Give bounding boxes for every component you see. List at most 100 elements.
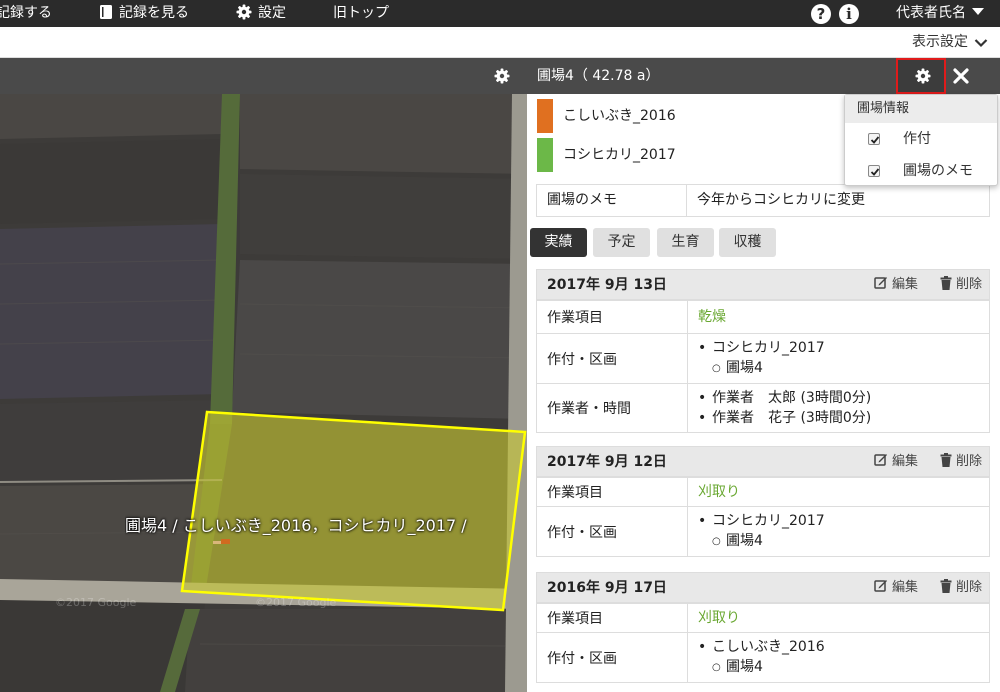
tab-harvest[interactable]: 収穫 — [719, 228, 776, 257]
row-label: 作業項目 — [537, 301, 688, 333]
delete-button[interactable]: 削除 — [940, 573, 982, 603]
gear-icon — [236, 4, 252, 20]
checkbox-checked[interactable] — [868, 165, 880, 177]
work-item-value: 刈取り — [698, 484, 740, 500]
crop-name: コシヒカリ_2017 — [563, 147, 676, 163]
field-memo-value: 今年からコシヒカリに変更 — [697, 192, 865, 208]
map-watermark: ©2017 Google — [255, 596, 337, 609]
user-name: 代表者氏名 — [896, 5, 966, 21]
dropdown-header: 圃場情報 — [845, 95, 997, 123]
work-item-value: 乾燥 — [698, 309, 726, 325]
work-record: 2017年 9月 13日 編集 削除 作業項目 乾燥 作付・区画 コシヒカリ_2… — [536, 269, 990, 433]
map-settings-gear-icon[interactable] — [494, 68, 510, 84]
nav-view-records[interactable]: 記録を見る — [99, 0, 189, 27]
info-icon[interactable]: i — [839, 4, 859, 24]
crop-item: コシヒカリ_2017 — [698, 511, 989, 531]
edit-label: 編集 — [892, 580, 919, 595]
edit-label: 編集 — [892, 454, 919, 469]
worker-item: 作業者 太郎 (3時間0分) — [698, 388, 989, 408]
crop-item: コシヒカリ_2017 — [698, 338, 989, 358]
display-settings-button[interactable]: 表示設定 — [912, 27, 988, 58]
field-info-dropdown: 圃場情報 作付 圃場のメモ — [844, 94, 998, 186]
record-row-crop: 作付・区画 コシヒカリ_2017 圃場4 — [537, 506, 989, 556]
tab-plan[interactable]: 予定 — [593, 228, 650, 257]
edit-label: 編集 — [892, 277, 919, 292]
edit-button[interactable]: 編集 — [874, 573, 918, 603]
display-settings-label: 表示設定 — [912, 34, 968, 50]
section-item: 圃場4 — [698, 657, 989, 678]
delete-label: 削除 — [956, 277, 983, 292]
dropdown-item-label: 作付 — [903, 131, 931, 147]
record-row-work-item: 作業項目 乾燥 — [537, 300, 989, 333]
row-label: 作付・区画 — [537, 507, 688, 556]
dropdown-item-label: 圃場のメモ — [903, 163, 973, 179]
top-nav: 記録する 記録を見る 設定 旧トップ ? i 代表者氏名 — [0, 0, 1000, 27]
workers-value: 作業者 太郎 (3時間0分) 作業者 花子 (3時間0分) — [688, 384, 989, 432]
nav-settings[interactable]: 設定 — [236, 0, 286, 27]
crop-color-swatch — [537, 99, 553, 133]
field-memo-label: 圃場のメモ — [537, 185, 687, 216]
crop-section-value: コシヒカリ_2017 圃場4 — [688, 507, 989, 556]
worker-item: 作業者 花子 (3時間0分) — [698, 408, 989, 428]
crop-section-value: こしいぶき_2016 圃場4 — [688, 633, 989, 682]
edit-button[interactable]: 編集 — [874, 447, 918, 477]
row-label: 作付・区画 — [537, 633, 688, 682]
trash-icon — [940, 276, 952, 290]
delete-label: 削除 — [956, 454, 983, 469]
crop-legend-item: こしいぶき_2016 — [537, 99, 837, 133]
help-icon[interactable]: ? — [811, 4, 831, 24]
record-header: 2016年 9月 17日 編集 削除 — [537, 573, 989, 603]
record-row-work-item: 作業項目 刈取り — [537, 477, 989, 506]
tab-actual[interactable]: 実績 — [530, 228, 587, 257]
record-row-workers: 作業者・時間 作業者 太郎 (3時間0分) 作業者 花子 (3時間0分) — [537, 383, 989, 432]
record-row-crop: 作付・区画 コシヒカリ_2017 圃場4 — [537, 333, 989, 383]
record-row-crop: 作付・区画 こしいぶき_2016 圃場4 — [537, 632, 989, 682]
crop-section-value: コシヒカリ_2017 圃場4 — [688, 334, 989, 383]
delete-label: 削除 — [956, 580, 983, 595]
delete-button[interactable]: 削除 — [940, 270, 982, 300]
work-record: 2017年 9月 12日 編集 削除 作業項目 刈取り 作付・区画 コシヒカリ_… — [536, 446, 990, 557]
book-icon — [100, 5, 112, 19]
record-row-work-item: 作業項目 刈取り — [537, 603, 989, 632]
section-item: 圃場4 — [698, 531, 989, 552]
nav-record-label: 記録する — [0, 5, 52, 21]
chevron-down-icon — [974, 39, 988, 48]
edit-icon — [874, 277, 887, 289]
record-date: 2016年 9月 17日 — [547, 580, 667, 596]
delete-button[interactable]: 削除 — [940, 447, 982, 477]
section-item: 圃場4 — [698, 358, 989, 379]
record-date: 2017年 9月 13日 — [547, 277, 667, 293]
crop-legend-item: コシヒカリ_2017 — [537, 138, 837, 172]
nav-old-top[interactable]: 旧トップ — [333, 0, 389, 27]
edit-icon — [874, 454, 887, 466]
edit-icon — [874, 580, 887, 592]
field-memo: 圃場のメモ 今年からコシヒカリに変更 — [536, 184, 990, 217]
work-item-value: 刈取り — [698, 610, 740, 626]
panel-settings-button[interactable] — [896, 58, 946, 94]
crop-item: こしいぶき_2016 — [698, 637, 989, 657]
dropdown-item-crop[interactable]: 作付 — [845, 123, 997, 155]
satellite-map[interactable]: 圃場4 / こしいぶき_2016，コシヒカリ_2017 / ©2017 Goog… — [0, 94, 527, 692]
crop-name: こしいぶき_2016 — [563, 108, 676, 124]
checkbox-checked[interactable] — [868, 133, 880, 145]
map-watermark: ©2017 Google — [55, 596, 137, 609]
tab-growth[interactable]: 生育 — [657, 228, 714, 257]
gear-icon — [915, 68, 931, 84]
row-label: 作業項目 — [537, 478, 688, 506]
dropdown-item-memo[interactable]: 圃場のメモ — [845, 155, 997, 187]
check-icon — [870, 168, 880, 176]
work-record: 2016年 9月 17日 編集 削除 作業項目 刈取り 作付・区画 こしいぶき_… — [536, 572, 990, 683]
caret-down-icon — [972, 8, 984, 15]
nav-record[interactable]: 記録する — [0, 0, 52, 27]
edit-button[interactable]: 編集 — [874, 270, 918, 300]
check-icon — [870, 136, 880, 144]
row-label: 作付・区画 — [537, 334, 688, 383]
field-header: 圃場4（ 42.78 a） — [0, 58, 1000, 94]
field-title: 圃場4（ 42.78 a） — [537, 68, 660, 84]
record-date: 2017年 9月 12日 — [547, 454, 667, 470]
user-menu[interactable]: 代表者氏名 — [896, 0, 984, 27]
close-icon[interactable] — [952, 67, 970, 85]
row-label: 作業者・時間 — [537, 384, 688, 432]
trash-icon — [940, 579, 952, 593]
nav-old-top-label: 旧トップ — [333, 5, 389, 21]
